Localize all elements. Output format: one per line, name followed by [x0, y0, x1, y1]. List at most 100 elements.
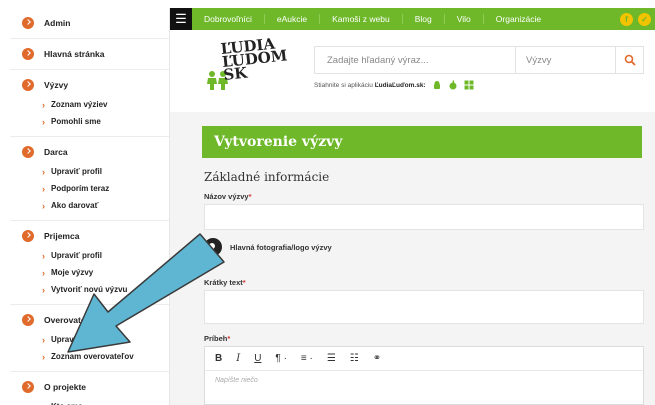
sidebar-section: O projekte ›Kto sme [10, 372, 169, 405]
nav-item[interactable]: Organizácie [484, 14, 553, 24]
android-icon[interactable] [432, 80, 442, 90]
name-input[interactable] [204, 204, 644, 230]
name-label: Názov výzvy* [204, 192, 252, 201]
chevron-right-icon: › [42, 351, 45, 362]
chevron-circle-icon [22, 381, 34, 393]
chevron-right-icon: › [42, 334, 45, 345]
windows-icon[interactable] [464, 80, 474, 90]
editor-toolbar: B I U ¶ · ≡ · ☰ ☷ ⚭ [205, 347, 643, 371]
nav-item[interactable]: Dobrovoľníci [192, 14, 265, 24]
sidebar-subitem[interactable]: ›Kto sme [10, 398, 169, 405]
camera-icon [204, 238, 222, 256]
sidebar-subitem[interactable]: › Podporím teraz [10, 180, 169, 197]
editor-textarea[interactable]: Napíšte niečo [205, 371, 643, 390]
chevron-circle-icon [22, 146, 34, 158]
search-input[interactable]: Zadajte hľadaný výraz... [315, 55, 515, 66]
top-nav: ☰ Dobrovoľníci eAukcie Kamoši z webu Blog Vi… [170, 8, 655, 30]
chevron-right-icon: › [42, 183, 45, 194]
story-editor: B I U ¶ · ≡ · ☰ ☷ ⚭ Napíšte niečo [204, 346, 644, 405]
chevron-right-icon: › [42, 99, 45, 110]
short-text-input[interactable] [204, 290, 644, 324]
sidebar-item-label: Hlavná stránka [44, 49, 105, 59]
sidebar-item[interactable]: Hlavná stránka [10, 39, 169, 69]
section-title: Základné informácie [204, 170, 330, 184]
bold-button[interactable]: B [215, 353, 222, 364]
sidebar-subitem-label: Upraviť profil [51, 251, 102, 260]
nav-item[interactable]: Kamoši z webu [320, 14, 403, 24]
sidebar-item-label: Admin [44, 18, 71, 28]
site-logo[interactable]: ĽUDIA ĽUDOM SK [204, 34, 294, 92]
sidebar-item[interactable]: Admin [10, 8, 169, 38]
main-content: ☰ Dobrovoľníci eAukcie Kamoši z webu Blog Vi… [170, 8, 655, 405]
sidebar-section: Overovateľ › Upraviť profil › Zoznam overova… [10, 305, 169, 372]
sidebar-subitem-label: Zoznam overovateľov [51, 352, 134, 361]
sidebar-subitem-label: Moje výzvy [51, 268, 94, 277]
page-title: Vytvorenie výzvy [202, 126, 642, 158]
chevron-right-icon: › [42, 200, 45, 211]
chevron-circle-icon [22, 314, 34, 326]
hamburger-icon[interactable]: ☰ [170, 8, 192, 30]
search-category-select[interactable]: Výzvy [515, 47, 615, 73]
sidebar-subitem-label: Vytvoriť novú výzvu [51, 285, 128, 294]
sidebar-subitem[interactable]: › Upraviť profil [10, 247, 169, 264]
sidebar-subitem[interactable]: › Zoznam overovateľov [10, 348, 169, 365]
underline-button[interactable]: U [254, 353, 261, 364]
sidebar-subitem-label: Ako darovať [51, 201, 99, 210]
italic-button[interactable]: I [236, 353, 240, 364]
social-icon[interactable]: ✓ [638, 12, 651, 26]
sidebar-section: Admin [10, 8, 169, 39]
sidebar-section: Darca › Upraviť profil › Podporím teraz › Ako … [10, 137, 169, 221]
nav-item[interactable]: Vilo [445, 14, 484, 24]
chevron-circle-icon [22, 230, 34, 242]
sidebar-item-label: Darca [44, 147, 68, 157]
chevron-right-icon: › [42, 284, 45, 295]
facebook-icon[interactable]: f [620, 12, 633, 26]
photo-label: Hlavná fotografia/logo výzvy [230, 242, 332, 252]
logo-text: ĽUDIA ĽUDOM SK [219, 34, 289, 85]
sidebar-subitem-label: Pomohli sme [51, 117, 101, 126]
sidebar-subitem-label: Upraviť profil [51, 167, 102, 176]
link-button[interactable]: ⚭ [373, 353, 381, 364]
photo-upload[interactable]: Hlavná fotografia/logo výzvy [204, 238, 332, 256]
sidebar-item-label: O projekte [44, 382, 87, 392]
search-button[interactable] [615, 47, 643, 73]
align-button[interactable]: ≡ · [301, 353, 313, 364]
search-box: Zadajte hľadaný výraz... Výzvy [314, 46, 644, 74]
apps-text: Stiahnite si aplikáciu ĽudiaĽuďom.sk: [314, 81, 426, 89]
chevron-right-icon: › [42, 402, 45, 405]
sidebar-subitem[interactable]: › Vytvoriť novú výzvu [10, 281, 169, 298]
sidebar-section: Prijemca › Upraviť profil › Moje výzvy › Vytvo… [10, 221, 169, 305]
chevron-right-icon: › [42, 116, 45, 127]
chevron-circle-icon [22, 48, 34, 60]
sidebar-subitem-label: Zoznam výziev [51, 100, 108, 109]
site-header: ĽUDIA ĽUDOM SK Zadajte hľadaný výraz... … [170, 30, 655, 112]
sidebar-subitem[interactable]: › Zoznam výziev [10, 96, 169, 113]
sidebar-subitem[interactable]: › Ako darovať [10, 197, 169, 214]
chevron-right-icon: › [42, 166, 45, 177]
sidebar: Admin Hlavná stránka Výzvy › Zoznam výziev › P… [10, 8, 170, 405]
search-icon [624, 54, 636, 66]
story-label: Príbeh* [204, 334, 231, 343]
chevron-circle-icon [22, 79, 34, 91]
sidebar-subitem[interactable]: › Upraviť profil [10, 163, 169, 180]
sidebar-item-label: Overovateľ [44, 315, 89, 325]
chevron-right-icon: › [42, 250, 45, 261]
apple-icon[interactable] [448, 80, 458, 90]
paragraph-button[interactable]: ¶ · [275, 353, 286, 364]
sidebar-subitem[interactable]: › Pomohli sme [10, 113, 169, 130]
sidebar-section: Výzvy › Zoznam výziev › Pomohli sme [10, 70, 169, 137]
chevron-circle-icon [22, 17, 34, 29]
sidebar-section: Hlavná stránka [10, 39, 169, 70]
bullet-list-button[interactable]: ☷ [350, 353, 359, 364]
ordered-list-button[interactable]: ☰ [327, 353, 336, 364]
sidebar-subitem-label: Upraviť profil [51, 335, 102, 344]
nav-item[interactable]: eAukcie [265, 14, 321, 24]
chevron-right-icon: › [42, 267, 45, 278]
short-text-label: Krátky text* [204, 278, 246, 287]
app-download: Stiahnite si aplikáciu ĽudiaĽuďom.sk: [314, 80, 474, 90]
sidebar-subitem-label: Podporím teraz [51, 184, 110, 193]
sidebar-subitem[interactable]: › Upraviť profil [10, 331, 169, 348]
sidebar-item-label: Prijemca [44, 231, 80, 241]
nav-item[interactable]: Blog [403, 14, 445, 24]
sidebar-subitem[interactable]: › Moje výzvy [10, 264, 169, 281]
